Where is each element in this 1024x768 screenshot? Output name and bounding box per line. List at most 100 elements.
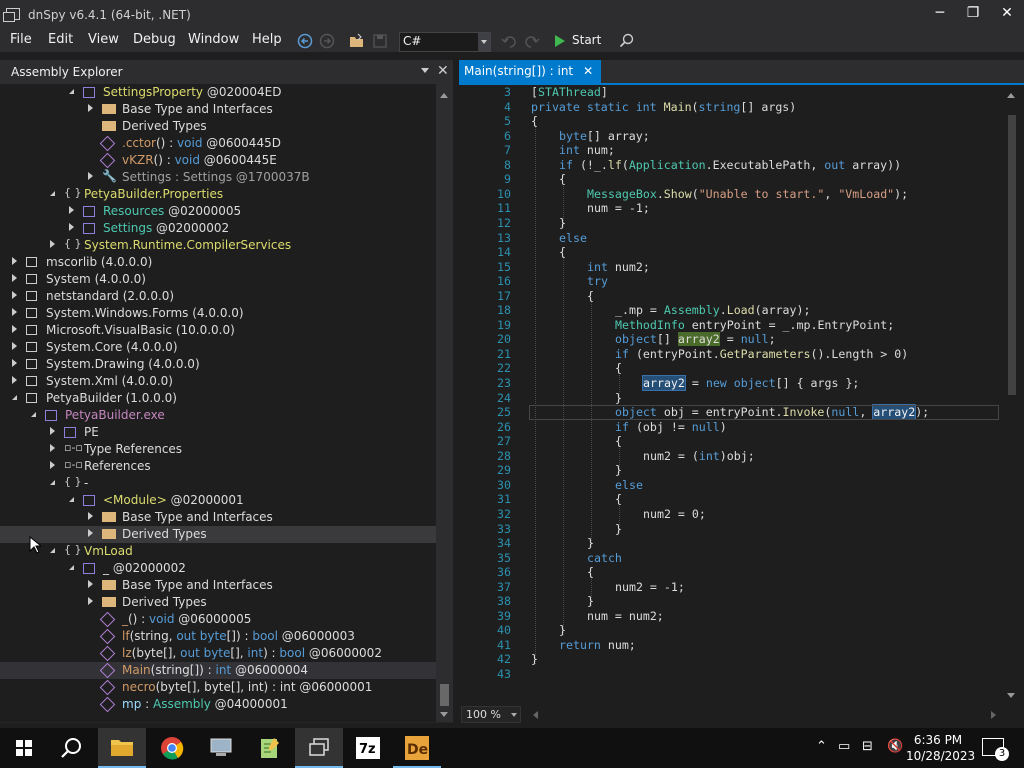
scroll-down-icon[interactable] [1007, 693, 1015, 702]
tree-row[interactable]: Microsoft.VisualBasic (10.0.0.0) [0, 322, 436, 339]
chrome-icon[interactable] [148, 728, 196, 768]
scroll-down-icon[interactable] [440, 712, 448, 721]
collapse-arrow-icon[interactable] [69, 497, 74, 502]
collapse-arrow-icon[interactable] [69, 89, 74, 94]
file-explorer-icon[interactable] [98, 728, 146, 768]
collapse-arrow-icon[interactable] [50, 480, 55, 485]
search-icon[interactable] [48, 728, 96, 768]
close-button[interactable]: ✕ [992, 5, 1022, 25]
expand-arrow-icon[interactable] [88, 512, 93, 520]
code-scrollbar[interactable] [1003, 85, 1020, 705]
expand-arrow-icon[interactable] [69, 206, 74, 214]
tree-row[interactable]: { } - [0, 475, 436, 492]
close-icon[interactable]: ✕ [583, 64, 593, 78]
dnspy-icon[interactable] [295, 728, 343, 768]
scroll-left-icon[interactable] [529, 711, 538, 719]
expand-arrow-icon[interactable] [12, 359, 17, 367]
expand-arrow-icon[interactable] [88, 104, 93, 112]
tree-row[interactable]: System.Windows.Forms (4.0.0.0) [0, 305, 436, 322]
start-button[interactable] [0, 728, 48, 768]
tree-row[interactable]: Base Type and Interfaces [0, 101, 436, 118]
tree-row[interactable]: netstandard (2.0.0.0) [0, 288, 436, 305]
tree-row[interactable]: <Module> @02000001 [0, 492, 436, 509]
expand-arrow-icon[interactable] [12, 308, 17, 316]
tree-row[interactable]: ▫-▫ Type References [0, 441, 436, 458]
expand-arrow-icon[interactable] [88, 529, 93, 537]
tree-row[interactable]: System.Core (4.0.0.0) [0, 339, 436, 356]
close-icon[interactable]: ✕ [437, 63, 449, 79]
detect-it-easy-icon[interactable]: De [393, 728, 441, 768]
notifications-icon[interactable]: 3 [982, 738, 1009, 761]
tree-row[interactable]: .cctor() : void @0600445D [0, 135, 436, 152]
navigate-forward-icon[interactable] [319, 33, 335, 49]
code-view[interactable]: 3 [STAThread] 4 private static int Main(str… [459, 85, 999, 705]
expand-arrow-icon[interactable] [88, 580, 93, 588]
expand-arrow-icon[interactable] [88, 172, 93, 180]
7zip-icon[interactable]: 7z [344, 728, 392, 768]
volume-muted-icon[interactable]: 🔇 [887, 739, 903, 754]
chevron-up-icon[interactable]: ⌃ [816, 739, 827, 754]
scroll-up-icon[interactable] [440, 89, 448, 98]
menu-file[interactable]: File [10, 32, 32, 47]
maximize-button[interactable]: ❐ [958, 5, 988, 25]
start-button[interactable]: Start [555, 33, 601, 47]
tree-row[interactable]: Derived Types [0, 594, 436, 611]
tree-row[interactable]: System.Xml (4.0.0.0) [0, 373, 436, 390]
menu-debug[interactable]: Debug [133, 32, 176, 47]
tree-row[interactable]: Derived Types [0, 526, 436, 543]
zoom-select[interactable]: 100 % [461, 706, 521, 723]
collapse-arrow-icon[interactable] [50, 548, 55, 553]
scroll-up-icon[interactable] [1007, 89, 1015, 98]
ethernet-icon[interactable]: ⊟ [862, 739, 873, 754]
expand-arrow-icon[interactable] [50, 427, 55, 435]
scrollbar-thumb[interactable] [1008, 115, 1016, 395]
tree-row[interactable]: Base Type and Interfaces [0, 577, 436, 594]
expand-arrow-icon[interactable] [12, 342, 17, 350]
collapse-arrow-icon[interactable] [50, 191, 55, 196]
redo-icon[interactable] [524, 33, 540, 49]
tree-row[interactable]: 🔧 Settings : Settings @1700037B [0, 169, 436, 186]
tree-row[interactable]: System.Drawing (4.0.0.0) [0, 356, 436, 373]
tree-row[interactable]: Main(string[]) : int @06000004 [0, 662, 436, 679]
tree-row[interactable]: mscorlib (4.0.0.0) [0, 254, 436, 271]
tree-row[interactable]: { } System.Runtime.CompilerServices [0, 237, 436, 254]
expand-arrow-icon[interactable] [12, 325, 17, 333]
tree-row[interactable]: Derived Types [0, 118, 436, 135]
tab-main-method[interactable]: Main(string[]) : int ✕ [459, 60, 602, 83]
expand-arrow-icon[interactable] [88, 597, 93, 605]
tree-row[interactable]: PE [0, 424, 436, 441]
open-folder-icon[interactable] [349, 33, 365, 49]
chevron-down-icon[interactable] [421, 68, 429, 77]
expand-arrow-icon[interactable] [12, 274, 17, 282]
language-select[interactable]: C# [399, 32, 491, 52]
tree-row[interactable]: PetyaBuilder (1.0.0.0) [0, 390, 436, 407]
tree-row[interactable]: mp : Assembly @04000001 [0, 696, 436, 713]
expand-arrow-icon[interactable] [12, 291, 17, 299]
expand-arrow-icon[interactable] [50, 461, 55, 469]
minimize-button[interactable]: ─ [925, 5, 955, 25]
clock[interactable]: 6:36 PM 10/28/2023 [906, 732, 975, 764]
tree-row[interactable]: Resources @02000005 [0, 203, 436, 220]
scroll-right-icon[interactable] [991, 711, 1000, 719]
expand-arrow-icon[interactable] [12, 376, 17, 384]
collapse-arrow-icon[interactable] [69, 565, 74, 570]
scrollbar-thumb[interactable] [440, 684, 449, 706]
network-icon[interactable]: ▭ [838, 739, 850, 754]
menu-help[interactable]: Help [252, 32, 282, 47]
collapse-arrow-icon[interactable] [12, 395, 17, 400]
tree-row[interactable]: ▫-▫ References [0, 458, 436, 475]
tree-row[interactable]: lf(string, out byte[]) : bool @06000003 [0, 628, 436, 645]
tree-row[interactable]: lz(byte[], out byte[], int) : bool @0600… [0, 645, 436, 662]
explorer-scrollbar[interactable] [436, 84, 453, 722]
tree-row[interactable]: PetyaBuilder.exe [0, 407, 436, 424]
tree-row[interactable]: { } VmLoad [0, 543, 436, 560]
search-icon[interactable] [619, 33, 635, 49]
menu-edit[interactable]: Edit [48, 32, 73, 47]
menu-window[interactable]: Window [188, 32, 239, 47]
tree-row[interactable]: { } PetyaBuilder.Properties [0, 186, 436, 203]
tree-row[interactable]: System (4.0.0.0) [0, 271, 436, 288]
tree-row[interactable]: necro(byte[], byte[], int) : int @060000… [0, 679, 436, 696]
undo-icon[interactable] [501, 33, 517, 49]
tree-row[interactable]: Base Type and Interfaces [0, 509, 436, 526]
notepad-icon[interactable] [246, 728, 294, 768]
